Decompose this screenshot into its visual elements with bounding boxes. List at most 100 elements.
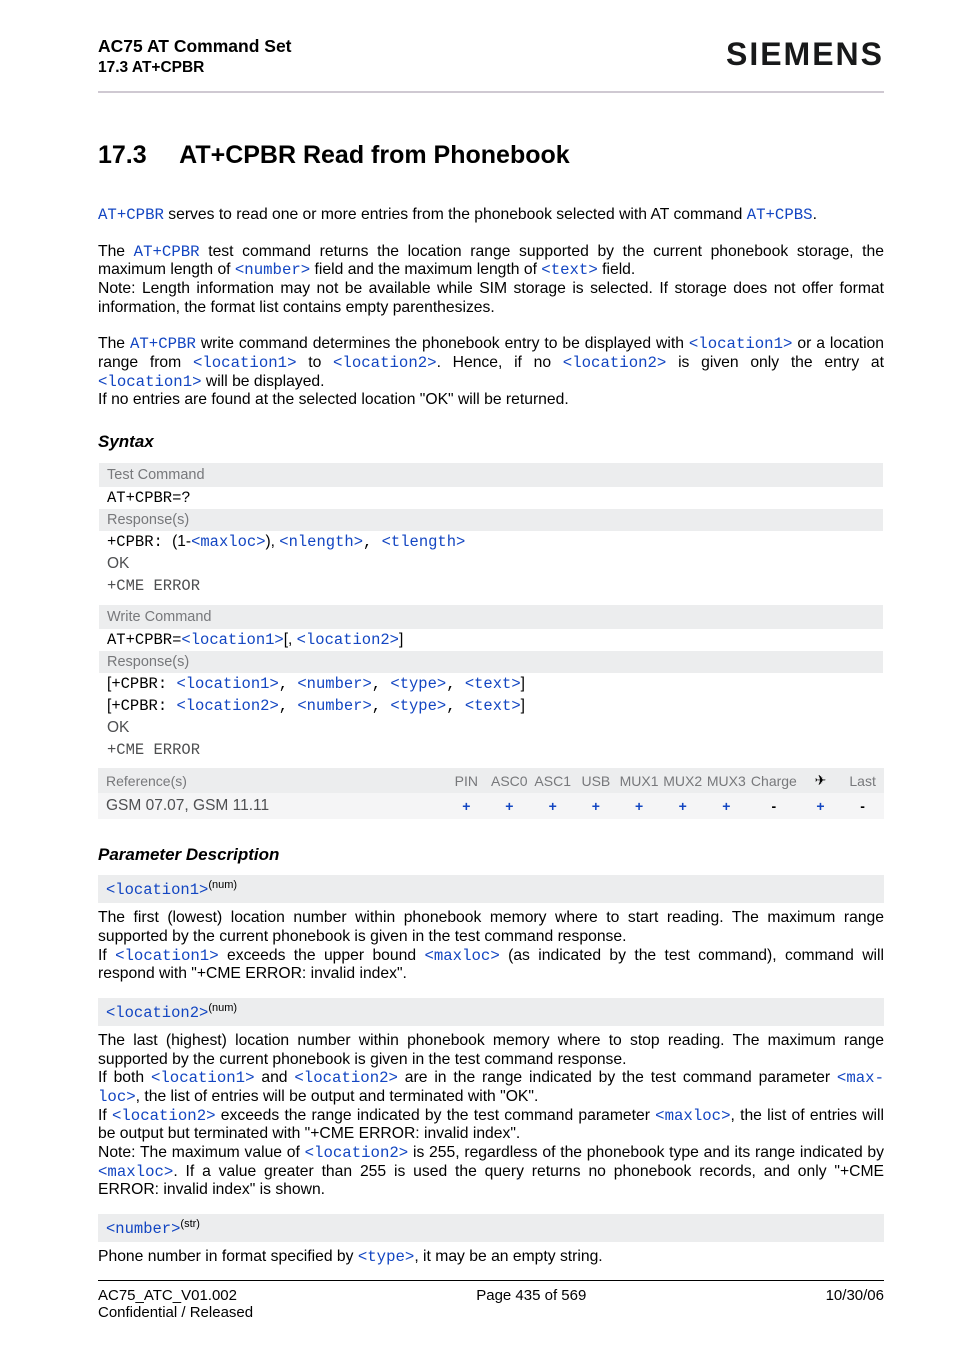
intro-p3f: is given only the entry at bbox=[666, 354, 884, 371]
number-pb: , it may be an empty string. bbox=[414, 1248, 602, 1265]
loc2-p3a: If bbox=[98, 1107, 112, 1124]
footer-rule bbox=[98, 1280, 884, 1281]
kw-location2-pd3[interactable]: <location2> bbox=[112, 1107, 216, 1125]
kw-atcpbs[interactable]: AT+CPBS bbox=[747, 206, 813, 224]
intro-p3a: The bbox=[98, 335, 130, 352]
intro-p3d: to bbox=[297, 354, 334, 371]
col-last: Last bbox=[841, 768, 884, 793]
kw-type-wr2[interactable]: <type> bbox=[390, 697, 446, 715]
kw-location2-b[interactable]: <location2> bbox=[563, 354, 667, 372]
val-asc0: + bbox=[488, 793, 531, 819]
kw-location1-pd[interactable]: <location1> bbox=[115, 947, 219, 965]
intro-p2c: field and the maximum length of bbox=[310, 261, 541, 278]
kw-tlength[interactable]: <tlength> bbox=[382, 533, 466, 551]
kw-text-wr1[interactable]: <text> bbox=[465, 675, 521, 693]
kw-atcpbr-2[interactable]: AT+CPBR bbox=[134, 243, 200, 261]
kw-text[interactable]: <text> bbox=[541, 261, 597, 279]
param-number-bar: <number>(str) bbox=[98, 1214, 884, 1242]
test-command-block: Test Command AT+CPBR=? Response(s) +CPBR… bbox=[98, 462, 884, 598]
param-number-desc: Phone number in format specified by <typ… bbox=[98, 1248, 884, 1267]
section-title: AT+CPBR Read from Phonebook bbox=[179, 141, 570, 170]
kw-location1-b[interactable]: <location1> bbox=[193, 354, 297, 372]
ref-value: GSM 07.07, GSM 11.11 bbox=[98, 793, 445, 819]
label-responses-1: Response(s) bbox=[99, 509, 883, 531]
syntax-heading: Syntax bbox=[98, 432, 884, 452]
col-charge: Charge bbox=[748, 768, 800, 793]
kw-atcpbr-3[interactable]: AT+CPBR bbox=[130, 335, 196, 353]
val-air: + bbox=[800, 793, 842, 819]
param-location1-sup: (num) bbox=[208, 879, 237, 891]
param-number-name[interactable]: <number> bbox=[106, 1220, 180, 1238]
val-charge: - bbox=[748, 793, 800, 819]
wr1-c2: , bbox=[372, 675, 391, 693]
param-location1-bar: <location1>(num) bbox=[98, 875, 884, 903]
reference-table: Reference(s) PIN ASC0 ASC1 USB MUX1 MUX2… bbox=[98, 768, 884, 819]
loc2-p2b: and bbox=[255, 1069, 295, 1086]
kw-type-wr1[interactable]: <type> bbox=[390, 675, 446, 693]
col-usb: USB bbox=[574, 768, 617, 793]
wr2-close: ] bbox=[521, 697, 525, 714]
kw-maxloc-pd[interactable]: <maxloc> bbox=[424, 947, 499, 965]
intro-p2-note: Note: Length information may not be avai… bbox=[98, 280, 884, 317]
intro-p2a: The bbox=[98, 243, 134, 260]
kw-number[interactable]: <number> bbox=[235, 261, 310, 279]
tr-open: (1- bbox=[172, 533, 191, 550]
intro-p1a: serves to read one or more entries from … bbox=[164, 206, 747, 223]
val-pin: + bbox=[445, 793, 487, 819]
wr1-close: ] bbox=[521, 675, 525, 692]
write-response-line1: [+CPBR: <location1>, <number>, <type>, <… bbox=[99, 673, 883, 695]
label-responses-2: Response(s) bbox=[99, 651, 883, 673]
col-mux1: MUX1 bbox=[617, 768, 661, 793]
kw-type-pd[interactable]: <type> bbox=[358, 1248, 414, 1266]
loc2-note-c: . If a value greater than 255 is used th… bbox=[98, 1163, 884, 1199]
write-response-cme: +CME ERROR bbox=[99, 739, 883, 761]
section-number: 17.3 bbox=[98, 141, 147, 170]
col-airplane-icon: ✈ bbox=[800, 768, 842, 793]
wr1-c3: , bbox=[446, 675, 465, 693]
col-asc1: ASC1 bbox=[531, 768, 574, 793]
param-location2-name[interactable]: <location2> bbox=[106, 1004, 208, 1022]
val-mux3: + bbox=[705, 793, 749, 819]
kw-location1-c[interactable]: <location1> bbox=[98, 373, 202, 391]
kw-location2[interactable]: <location2> bbox=[333, 354, 437, 372]
kw-location2-pd2[interactable]: <location2> bbox=[294, 1069, 398, 1087]
kw-text-wr2[interactable]: <text> bbox=[465, 697, 521, 715]
kw-location1-wc[interactable]: <location1> bbox=[181, 631, 283, 649]
param-location1-name[interactable]: <location1> bbox=[106, 881, 208, 899]
kw-maxloc[interactable]: <maxloc> bbox=[191, 533, 265, 551]
tr-comma1: , bbox=[363, 533, 382, 551]
kw-location2-wc[interactable]: <location2> bbox=[297, 631, 399, 649]
number-pa: Phone number in format specified by bbox=[98, 1248, 358, 1265]
param-location2-desc: The last (highest) location number withi… bbox=[98, 1032, 884, 1200]
test-command-code: AT+CPBR=? bbox=[99, 487, 883, 509]
kw-location2-wr[interactable]: <location2> bbox=[176, 697, 278, 715]
kw-number-wr1[interactable]: <number> bbox=[297, 675, 371, 693]
val-mux1: + bbox=[617, 793, 661, 819]
kw-location1[interactable]: <location1> bbox=[689, 335, 793, 353]
col-pin: PIN bbox=[445, 768, 487, 793]
intro-p3-last: If no entries are found at the selected … bbox=[98, 391, 884, 410]
kw-location1-wr[interactable]: <location1> bbox=[176, 675, 278, 693]
kw-nlength[interactable]: <nlength> bbox=[279, 533, 363, 551]
kw-number-wr2[interactable]: <number> bbox=[297, 697, 371, 715]
wc-open: [, bbox=[284, 631, 297, 648]
kw-maxloc-pd3[interactable]: <maxloc> bbox=[655, 1107, 730, 1125]
param-location2-sup: (num) bbox=[208, 1002, 237, 1014]
col-mux2: MUX2 bbox=[661, 768, 705, 793]
val-last: - bbox=[841, 793, 884, 819]
doc-title: AC75 AT Command Set bbox=[98, 36, 292, 57]
intro-p2d: field. bbox=[598, 261, 636, 278]
kw-location1-pd2[interactable]: <location1> bbox=[151, 1069, 255, 1087]
loc1-p1: The first (lowest) location number withi… bbox=[98, 909, 884, 946]
footer-left2: Confidential / Released bbox=[98, 1304, 884, 1321]
loc2-p1: The last (highest) location number withi… bbox=[98, 1032, 884, 1069]
tr-close: ), bbox=[266, 533, 280, 550]
test-response-line1: +CPBR: (1-<maxloc>), <nlength>, <tlength… bbox=[99, 531, 883, 553]
kw-maxloc-note[interactable]: <maxloc> bbox=[98, 1163, 173, 1181]
kw-location2-note[interactable]: <location2> bbox=[305, 1144, 409, 1162]
loc2-note-b: is 255, regardless of the phonebook type… bbox=[408, 1144, 884, 1161]
parameter-description-heading: Parameter Description bbox=[98, 845, 884, 865]
loc2-note-a: Note: The maximum value of bbox=[98, 1144, 305, 1161]
param-location2-bar: <location2>(num) bbox=[98, 998, 884, 1026]
kw-atcpbr[interactable]: AT+CPBR bbox=[98, 206, 164, 224]
